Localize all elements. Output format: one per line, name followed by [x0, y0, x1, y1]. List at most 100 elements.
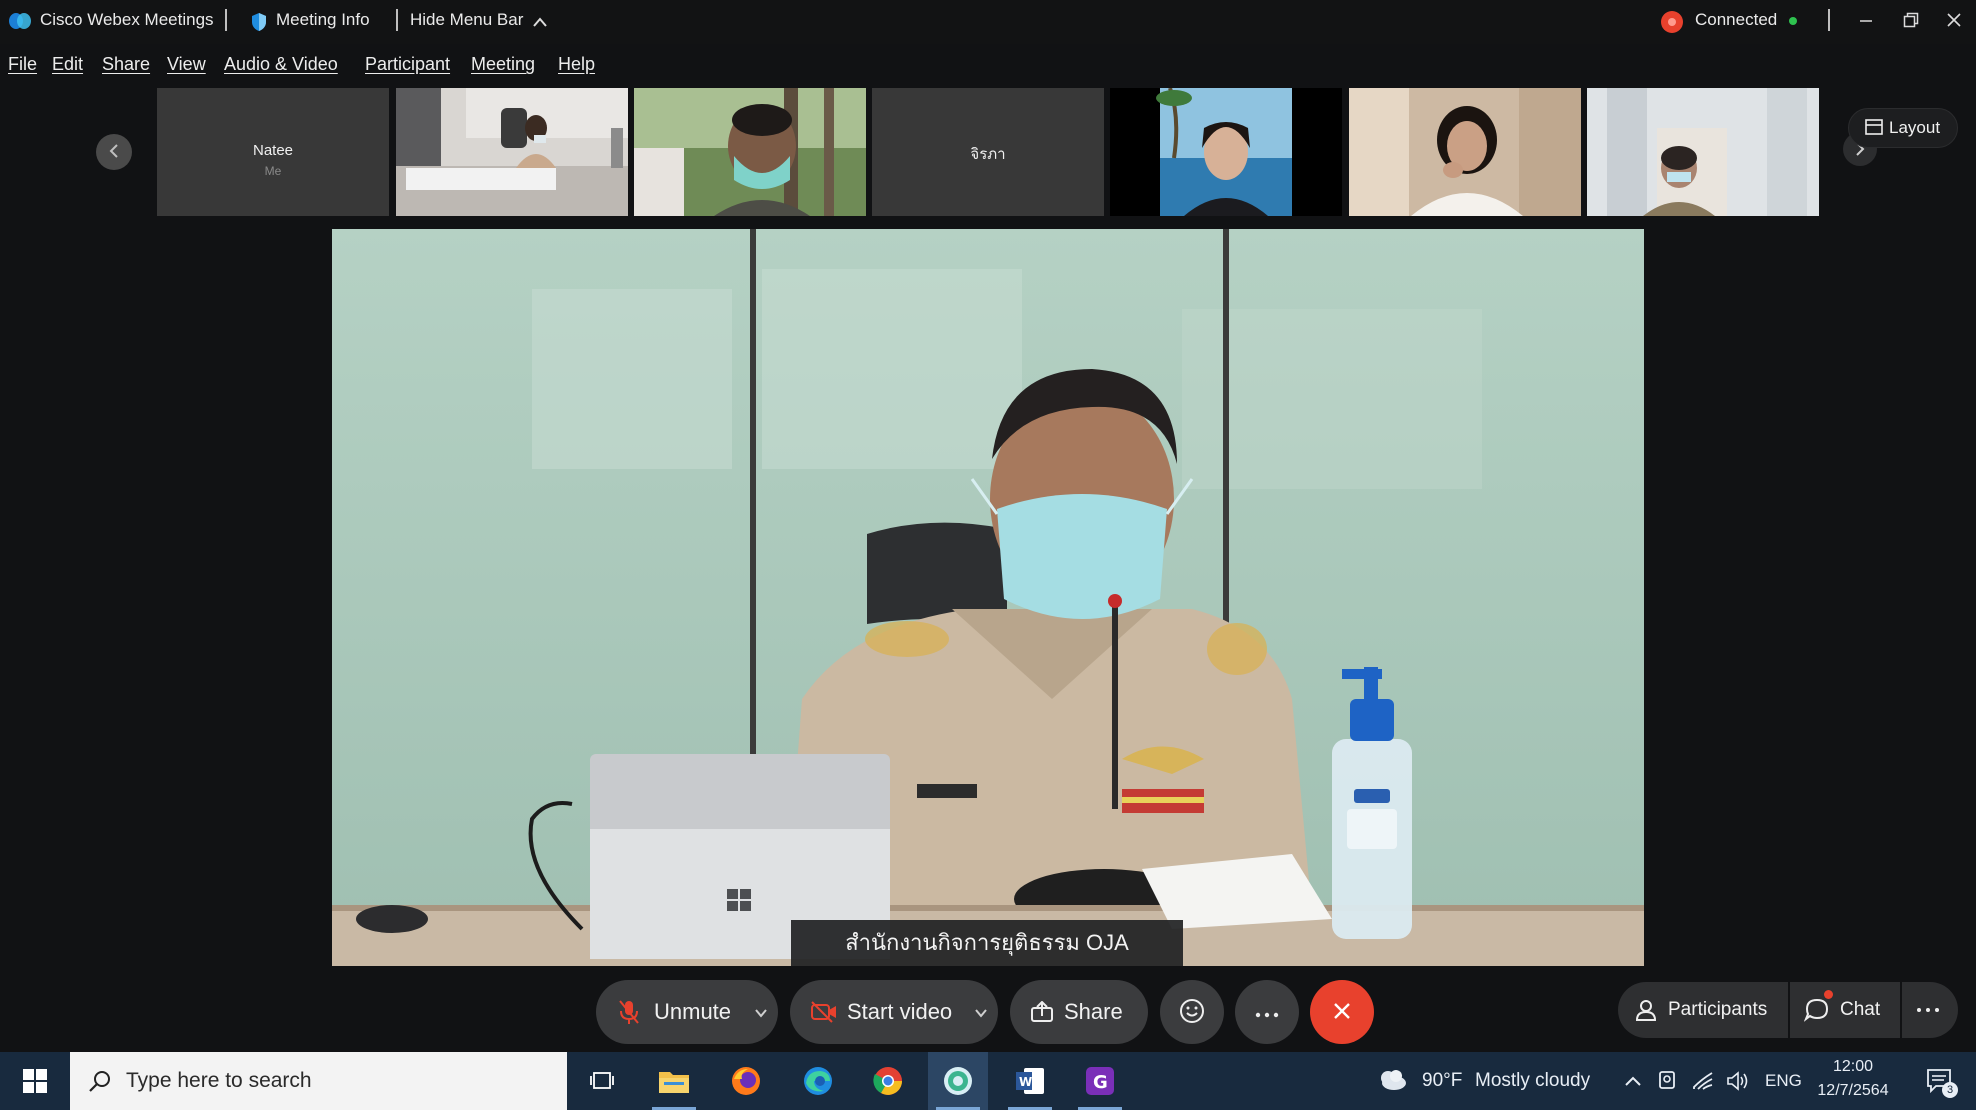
participant-video-tile[interactable]	[1349, 88, 1581, 216]
taskbar-chrome[interactable]	[858, 1052, 918, 1110]
participants-label: Participants	[1668, 999, 1768, 1020]
menu-help[interactable]: Help	[558, 54, 595, 75]
close-icon	[1334, 1003, 1350, 1019]
meet-now-icon[interactable]	[1657, 1070, 1677, 1092]
participant-video-tile[interactable]	[1587, 88, 1819, 216]
chat-button[interactable]: Chat	[1790, 982, 1900, 1038]
folder-icon	[659, 1072, 689, 1093]
title-bar: Cisco Webex Meetings Meeting Info Hide M…	[0, 0, 1976, 44]
menu-participant[interactable]: Participant	[365, 54, 450, 75]
more-options-button[interactable]	[1235, 980, 1299, 1044]
share-label: Share	[1064, 999, 1123, 1024]
chevron-down-icon[interactable]	[974, 1008, 988, 1018]
divider	[1828, 9, 1830, 31]
taskbar-edge[interactable]	[788, 1052, 848, 1110]
clock[interactable]: 12:00 12/7/2564	[1808, 1056, 1898, 1108]
task-view-button[interactable]	[572, 1052, 632, 1110]
menu-meeting[interactable]: Meeting	[471, 54, 535, 75]
participants-button[interactable]: Participants	[1618, 982, 1788, 1038]
unmute-button[interactable]: Unmute	[596, 980, 778, 1044]
input-language[interactable]: ENG	[1765, 1071, 1802, 1091]
wifi-icon[interactable]	[1692, 1071, 1714, 1091]
more-panels-button[interactable]	[1902, 982, 1958, 1038]
notification-count: 3	[1942, 1082, 1958, 1098]
participant-video	[1110, 88, 1342, 216]
divider	[396, 9, 398, 31]
menu-edit[interactable]: Edit	[52, 54, 83, 75]
participant-video	[396, 88, 628, 216]
minimize-button[interactable]	[1848, 6, 1884, 36]
start-button[interactable]	[0, 1052, 70, 1110]
taskbar-search-input[interactable]: Type here to search	[70, 1052, 567, 1110]
chat-icon	[1804, 998, 1829, 1022]
restore-button[interactable]	[1893, 6, 1929, 36]
menu-view[interactable]: View	[167, 54, 206, 75]
participant-video	[1587, 88, 1819, 216]
weather-temperature[interactable]: 90°F	[1422, 1070, 1462, 1092]
weather-cloud-icon	[1381, 1070, 1406, 1090]
firefox-icon	[732, 1067, 760, 1095]
taskbar-file-explorer[interactable]	[644, 1052, 704, 1110]
participant-video-tile[interactable]	[396, 88, 628, 216]
menu-share[interactable]: Share	[102, 54, 150, 75]
person-icon	[1635, 1000, 1657, 1021]
menu-audio-video[interactable]: Audio & Video	[224, 54, 338, 75]
meeting-info-button[interactable]: Meeting Info	[248, 0, 378, 44]
windows-taskbar: Type here to search W G 90°F Mostly clou…	[0, 1052, 1976, 1110]
taskbar-app-g[interactable]: G	[1070, 1052, 1130, 1110]
chat-unread-dot-icon	[1824, 990, 1833, 999]
microphone-muted-icon	[619, 1000, 639, 1024]
close-icon	[1947, 13, 1961, 27]
chevron-left-icon	[109, 144, 118, 158]
participant-name: จิรภา	[970, 146, 1006, 163]
meeting-info-label: Meeting Info	[276, 10, 370, 29]
webex-logo-icon	[8, 11, 32, 36]
task-view-icon	[590, 1072, 614, 1089]
taskbar-word[interactable]: W	[1000, 1052, 1060, 1110]
chrome-icon	[873, 1067, 902, 1095]
participant-video-tile[interactable]	[634, 88, 866, 216]
chevron-up-icon[interactable]	[1624, 1075, 1642, 1087]
hide-menu-bar-button[interactable]: Hide Menu Bar	[408, 0, 558, 44]
start-video-label: Start video	[847, 999, 953, 1024]
word-icon: W	[1016, 1068, 1044, 1094]
volume-icon[interactable]	[1726, 1071, 1750, 1091]
leave-meeting-button[interactable]	[1310, 980, 1374, 1044]
svg-text:W: W	[1019, 1075, 1032, 1089]
reactions-button[interactable]	[1160, 980, 1224, 1044]
taskbar-firefox[interactable]	[716, 1052, 776, 1110]
layout-button[interactable]: Layout	[1848, 108, 1958, 148]
search-placeholder: Type here to search	[126, 1069, 312, 1092]
participant-video-tile[interactable]	[1110, 88, 1342, 216]
connection-status: Connected	[1695, 10, 1778, 29]
menu-bar: File Edit Share View Audio & Video Parti…	[0, 48, 1976, 82]
participant-self-label: Me	[264, 164, 282, 178]
filmstrip-prev-button[interactable]	[96, 134, 132, 170]
participant-video	[1349, 88, 1581, 216]
minimize-icon	[1860, 20, 1872, 22]
menu-file[interactable]: File	[8, 54, 37, 75]
active-speaker-video	[332, 229, 1644, 966]
speaker-video-frame	[332, 229, 1644, 966]
more-icon	[1917, 1008, 1939, 1012]
notifications-button[interactable]: 3	[1914, 1052, 1970, 1110]
start-video-button[interactable]: Start video	[790, 980, 998, 1044]
participant-name: Natee	[252, 142, 294, 159]
shield-icon	[250, 12, 268, 37]
app-g-icon: G	[1086, 1067, 1114, 1095]
layout-label: Layout	[1889, 118, 1941, 137]
more-icon	[1255, 1012, 1279, 1018]
participant-tile[interactable]: จิรภา	[872, 88, 1104, 216]
close-button[interactable]	[1936, 6, 1972, 36]
weather-description[interactable]: Mostly cloudy	[1475, 1070, 1590, 1092]
share-button[interactable]: Share	[1010, 980, 1148, 1044]
participant-tile[interactable]: Natee Me	[157, 88, 389, 216]
app-title: Cisco Webex Meetings	[40, 10, 214, 29]
webex-app-icon	[944, 1067, 972, 1095]
divider	[225, 9, 227, 31]
taskbar-webex[interactable]	[928, 1052, 988, 1110]
clock-time: 12:00	[1832, 1058, 1874, 1075]
hide-menu-bar-label: Hide Menu Bar	[410, 10, 524, 29]
edge-icon	[804, 1067, 832, 1095]
chevron-down-icon[interactable]	[754, 1008, 768, 1018]
